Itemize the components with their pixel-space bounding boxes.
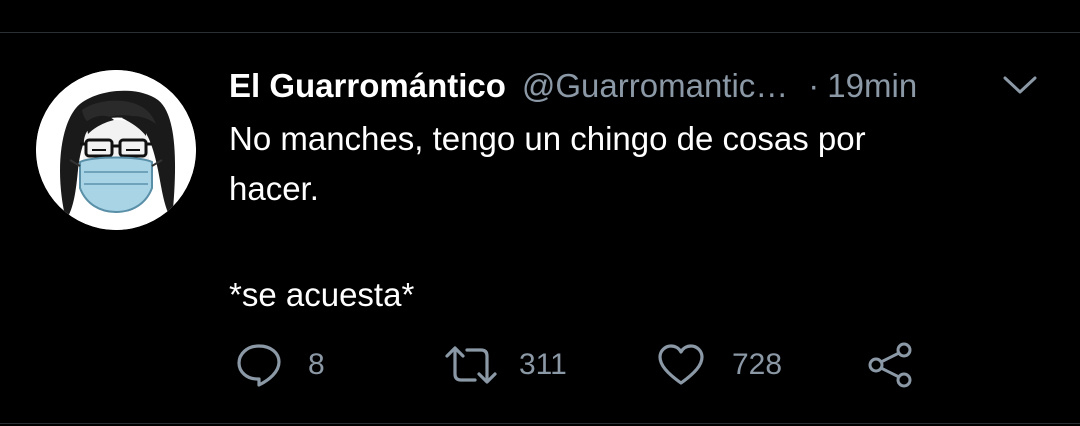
heart-icon [658, 344, 704, 385]
retweet-arrows-icon [445, 346, 497, 384]
reply-count: 8 [308, 348, 325, 381]
timestamp[interactable]: 19min [827, 67, 917, 105]
like-button[interactable]: 728 [657, 340, 782, 390]
tweet-actions: 8 311 728 [0, 340, 1080, 390]
tweet-text-line: No manches, tengo un chingo de cosas por [229, 120, 866, 157]
speech-bubble-icon [237, 344, 281, 387]
reply-button[interactable]: 8 [235, 340, 325, 390]
chevron-down-icon[interactable] [1001, 70, 1039, 100]
top-divider [0, 32, 1080, 33]
retweet-button[interactable]: 311 [445, 340, 567, 390]
like-count: 728 [732, 348, 783, 381]
share-nodes-icon [868, 342, 912, 388]
tweet-header: El Guarromántico @Guarromantic… · 19min [229, 64, 917, 108]
user-handle[interactable]: @Guarromantic… [522, 67, 788, 105]
bottom-divider [0, 423, 1080, 424]
avatar-illustration [36, 70, 196, 230]
tweet-text-spacer [229, 220, 1009, 270]
avatar[interactable] [36, 70, 196, 230]
tweet-text-line: *se acuesta* [229, 276, 415, 313]
share-button[interactable] [866, 340, 914, 390]
display-name[interactable]: El Guarromántico [229, 67, 506, 105]
retweet-count: 311 [519, 348, 567, 381]
tweet-text: No manches, tengo un chingo de cosas por… [229, 114, 1009, 320]
tweet-text-line: hacer. [229, 170, 319, 207]
time-separator: · [808, 67, 820, 104]
